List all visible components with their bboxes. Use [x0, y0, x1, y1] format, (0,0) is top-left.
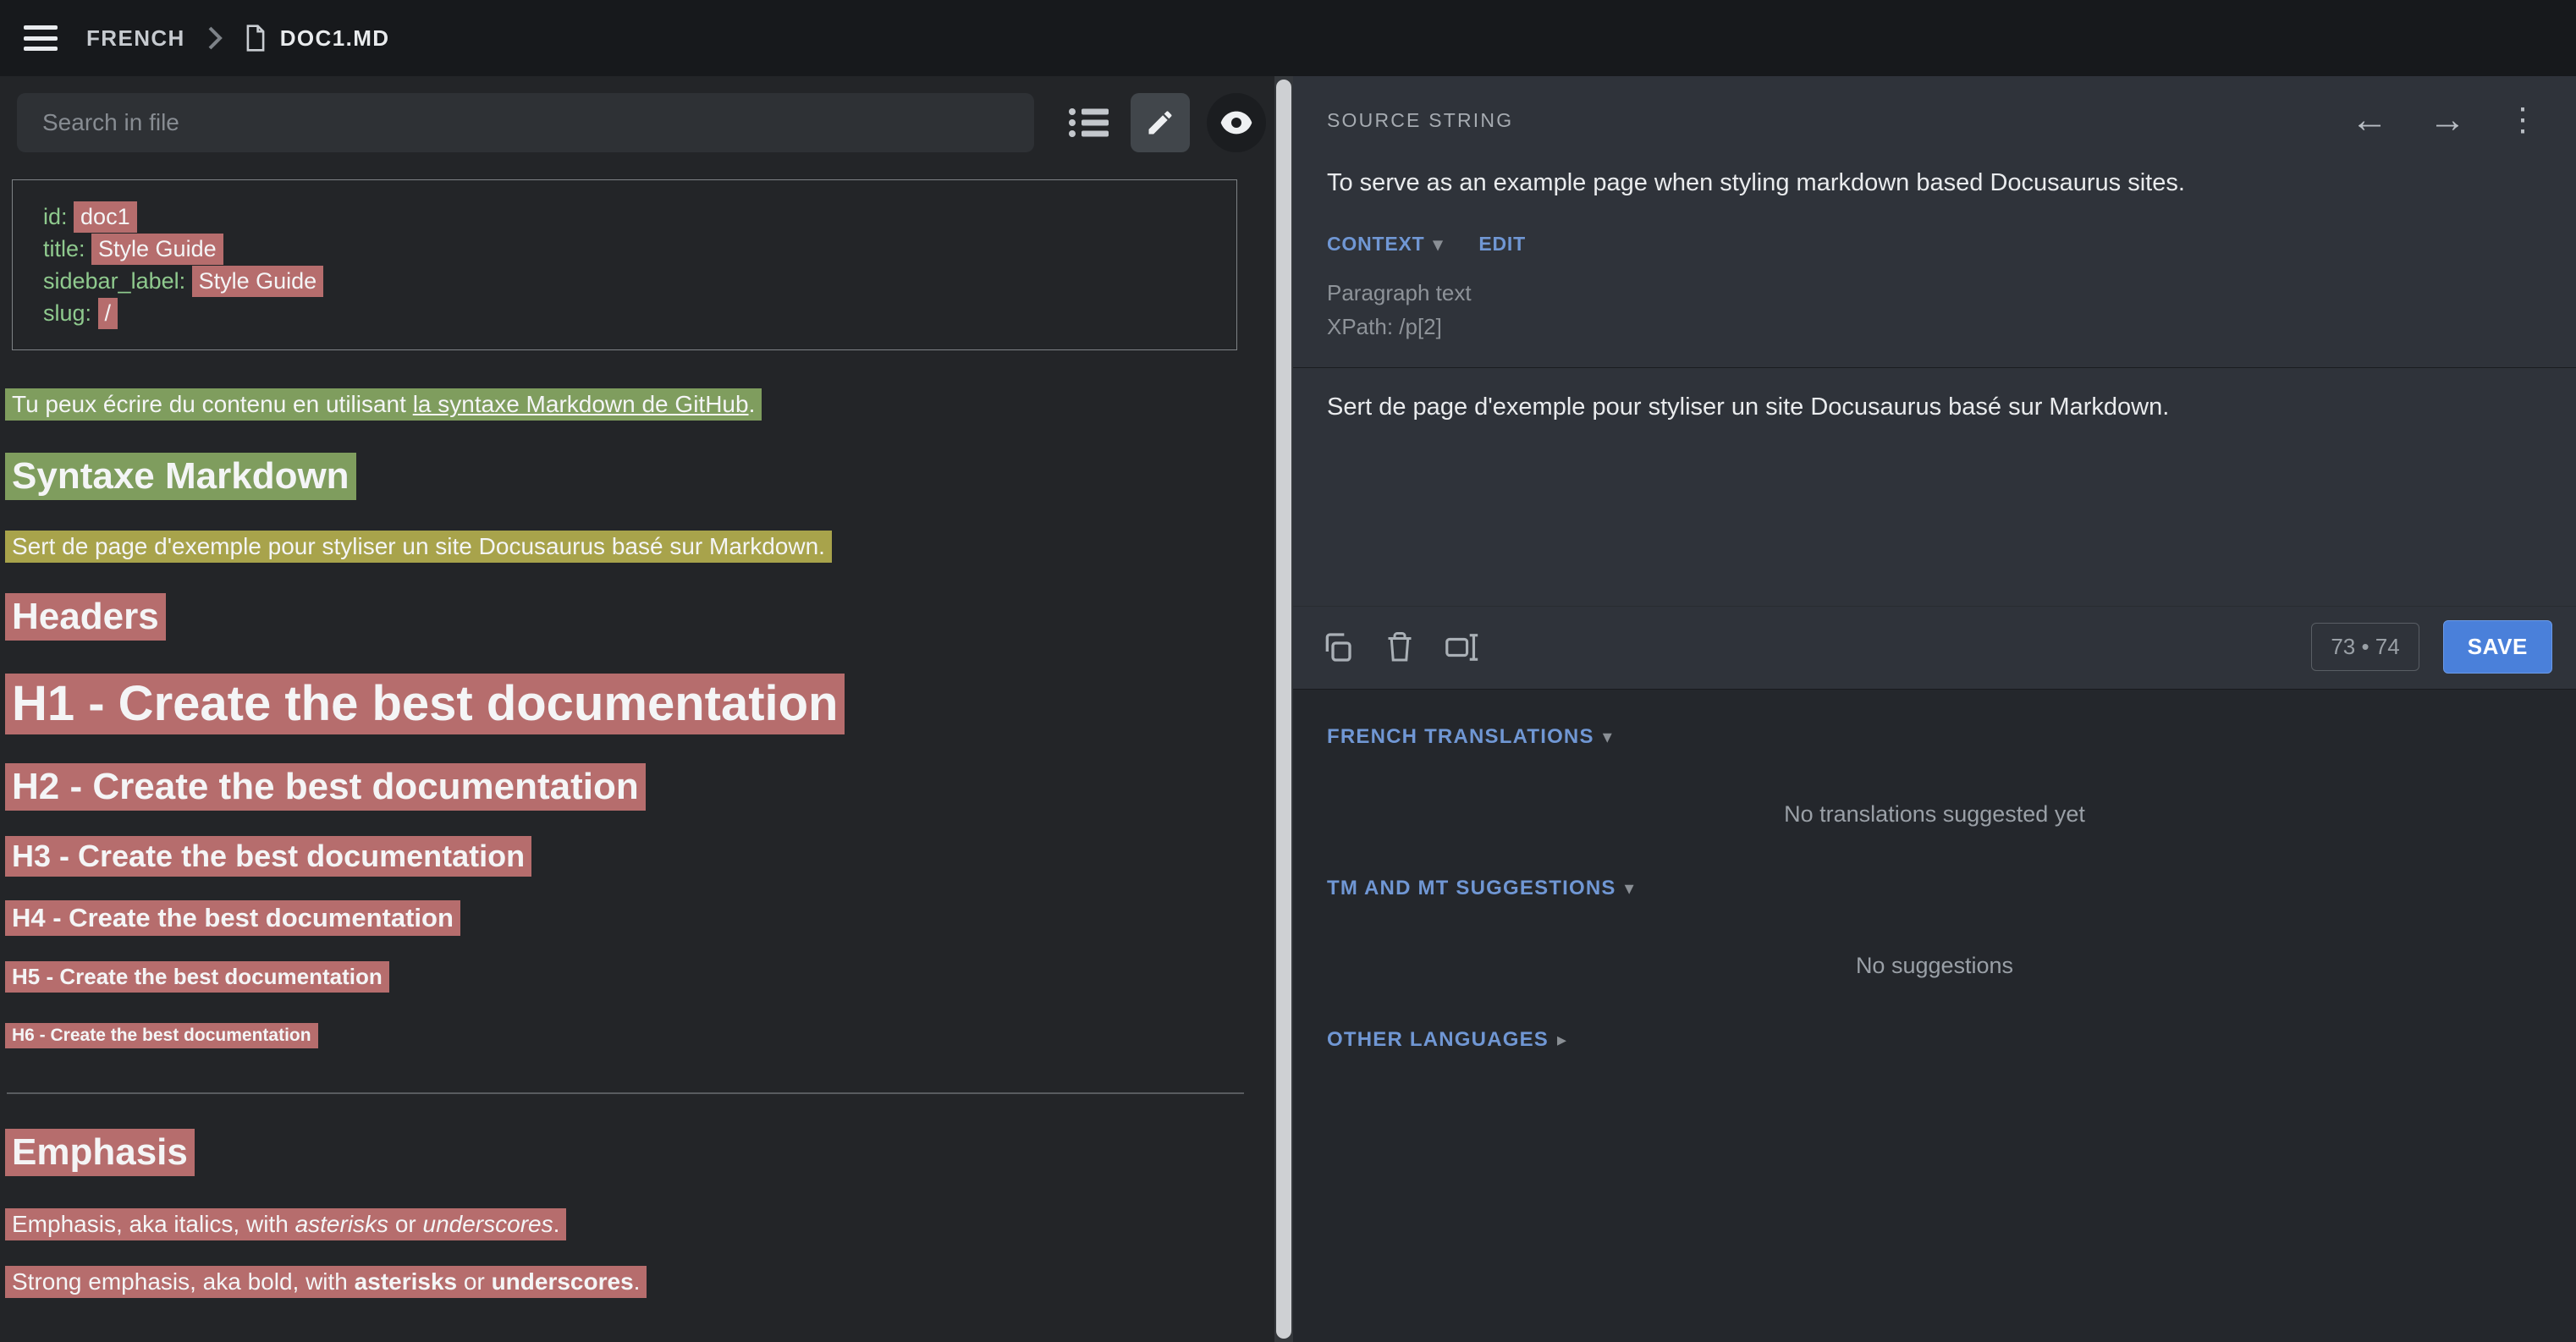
preview-mode-button[interactable]: [1207, 93, 1266, 152]
chevron-right-icon: [207, 25, 223, 51]
translatable-string[interactable]: Headers: [5, 593, 166, 641]
heading-h4: H4 - Create the best documentation: [5, 903, 1252, 933]
section-french-translations[interactable]: FRENCH TRANSLATIONS▾: [1327, 725, 2542, 749]
character-counter: 73 • 74: [2311, 623, 2419, 671]
save-button[interactable]: SAVE: [2443, 620, 2552, 674]
markdown-link[interactable]: la syntaxe Markdown de GitHub: [413, 391, 749, 417]
frontmatter-key: slug:: [43, 300, 98, 326]
search-input[interactable]: [17, 93, 1034, 152]
editor-top-section: SOURCE STRING ← → ⋮ To serve as an examp…: [1293, 76, 2576, 690]
scrollbar-thumb[interactable]: [1276, 80, 1291, 1339]
translated-string[interactable]: Syntaxe Markdown: [5, 453, 356, 500]
frontmatter-key: title:: [43, 236, 91, 261]
topbar: FRENCH DOC1.MD: [0, 0, 2576, 76]
context-toggle[interactable]: CONTEXT▾: [1327, 233, 1443, 256]
heading-emphasis: Emphasis: [5, 1131, 1252, 1174]
menu-icon[interactable]: [24, 25, 58, 51]
heading-h5: H5 - Create the best documentation: [5, 964, 1252, 990]
paragraph-intro: Tu peux écrire du contenu en utilisant l…: [5, 391, 1252, 418]
breadcrumb-project[interactable]: FRENCH: [86, 25, 185, 52]
translatable-string[interactable]: Style Guide: [192, 266, 324, 297]
translations-empty-message: No translations suggested yet: [1327, 801, 2542, 828]
translatable-string[interactable]: Strong emphasis, aka bold, with asterisk…: [5, 1266, 647, 1298]
heading-h3: H3 - Create the best documentation: [5, 839, 1252, 874]
translatable-string[interactable]: /: [98, 298, 118, 329]
previous-string-icon[interactable]: ←: [2348, 102, 2392, 139]
context-xpath: XPath: /p[2]: [1327, 310, 2542, 344]
document-preview: id: doc1 title: Style Guide sidebar_labe…: [0, 164, 1274, 1342]
translatable-string[interactable]: Emphasis: [5, 1129, 195, 1176]
translatable-string[interactable]: doc1: [74, 201, 137, 233]
source-string-text: To serve as an example page when styling…: [1293, 139, 2576, 197]
translatable-string[interactable]: Emphasis, aka italics, with asterisks or…: [5, 1208, 566, 1240]
frontmatter-line: title: Style Guide: [43, 233, 1236, 265]
heading-h6: H6 - Create the best documentation: [5, 1026, 1252, 1046]
strings-list-icon[interactable]: [1065, 93, 1112, 152]
translatable-string[interactable]: H2 - Create the best documentation: [5, 763, 646, 811]
translatable-string[interactable]: H4 - Create the best documentation: [5, 900, 460, 936]
context-type: Paragraph text: [1327, 276, 2542, 310]
tm-empty-message: No suggestions: [1327, 953, 2542, 979]
clear-translation-icon[interactable]: [1376, 624, 1423, 671]
frontmatter-key: id:: [43, 204, 74, 229]
app-window: FRENCH DOC1.MD: [0, 0, 2576, 1342]
active-string[interactable]: Sert de page d'exemple pour styliser un …: [5, 531, 832, 563]
frontmatter-block: id: doc1 title: Style Guide sidebar_labe…: [12, 179, 1237, 350]
heading-h2: H2 - Create the best documentation: [5, 766, 1252, 808]
more-options-icon[interactable]: ⋮: [2507, 104, 2539, 136]
suggestions-section: FRENCH TRANSLATIONS▾ No translations sug…: [1293, 690, 2576, 1342]
frontmatter-line: slug: /: [43, 297, 1236, 329]
edit-mode-button[interactable]: [1131, 93, 1190, 152]
frontmatter-key: sidebar_label:: [43, 268, 192, 294]
edit-context-link[interactable]: EDIT: [1478, 233, 1526, 256]
section-tm-mt-suggestions[interactable]: TM AND MT SUGGESTIONS▾: [1327, 877, 2542, 900]
section-other-languages[interactable]: OTHER LANGUAGES▸: [1327, 1028, 2542, 1052]
chevron-down-icon: ▾: [1603, 726, 1612, 748]
file-icon: [245, 25, 267, 52]
translation-editor-panel: SOURCE STRING ← → ⋮ To serve as an examp…: [1293, 76, 2576, 1342]
translatable-string[interactable]: H5 - Create the best documentation: [5, 961, 389, 993]
translation-input[interactable]: Sert de page d'exemple pour styliser un …: [1293, 368, 2576, 606]
file-preview-panel: id: doc1 title: Style Guide sidebar_labe…: [0, 76, 1274, 1342]
source-string-label: SOURCE STRING: [1327, 109, 1513, 132]
translatable-string[interactable]: H3 - Create the best documentation: [5, 836, 531, 877]
select-string-icon[interactable]: [1439, 624, 1486, 671]
paragraph-strong: Strong emphasis, aka bold, with asterisk…: [5, 1268, 1252, 1295]
heading-syntaxe-markdown: Syntaxe Markdown: [5, 455, 1252, 498]
breadcrumb-file: DOC1.MD: [280, 25, 390, 52]
translatable-string[interactable]: H6 - Create the best documentation: [5, 1023, 318, 1048]
frontmatter-line: sidebar_label: Style Guide: [43, 265, 1236, 297]
translated-string[interactable]: Tu peux écrire du contenu en utilisant l…: [5, 388, 762, 421]
frontmatter-line: id: doc1: [43, 201, 1236, 233]
copy-source-icon[interactable]: [1313, 624, 1361, 671]
paragraph-selected: Sert de page d'exemple pour styliser un …: [5, 533, 1252, 560]
heading-headers: Headers: [5, 596, 1252, 638]
chevron-right-icon: ▸: [1557, 1029, 1566, 1051]
translatable-string[interactable]: H1 - Create the best documentation: [5, 674, 845, 734]
translatable-string[interactable]: Style Guide: [91, 234, 223, 265]
paragraph-emphasis: Emphasis, aka italics, with asterisks or…: [5, 1211, 1252, 1238]
left-panel-scrollbar[interactable]: [1274, 76, 1293, 1342]
chevron-down-icon: ▾: [1625, 877, 1634, 899]
heading-h1: H1 - Create the best documentation: [5, 675, 1252, 732]
context-details: Paragraph text XPath: /p[2]: [1293, 256, 2576, 344]
next-string-icon[interactable]: →: [2425, 102, 2469, 139]
chevron-down-icon: ▾: [1434, 234, 1444, 255]
horizontal-rule: [7, 1092, 1244, 1094]
editor-toolbar: 73 • 74 SAVE: [1293, 606, 2576, 689]
